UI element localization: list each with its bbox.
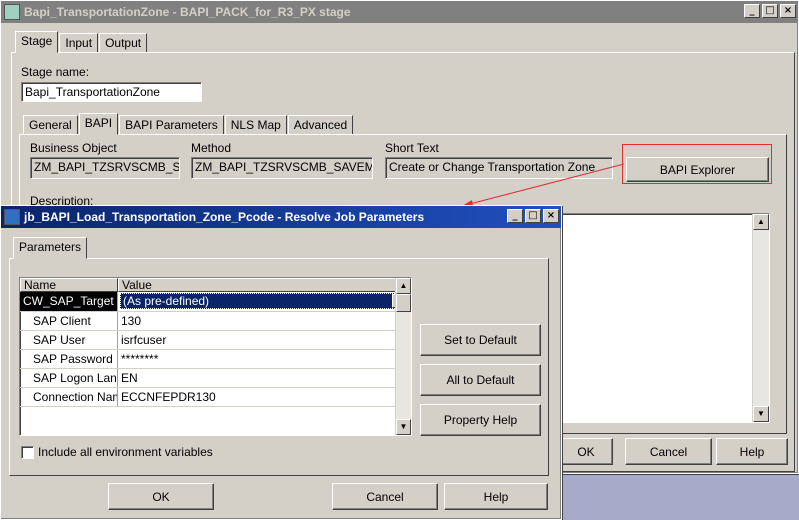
stage-cancel-button[interactable]: Cancel: [625, 438, 712, 465]
include-env-label: Include all environment variables: [38, 445, 213, 459]
tab-stage[interactable]: Stage: [15, 31, 59, 53]
grid-header: Name Value: [20, 278, 411, 292]
param-value: (As pre-defined): [123, 294, 210, 308]
include-env-checkbox[interactable]: [21, 446, 34, 459]
table-row[interactable]: CW_SAP_Target pa (As pre-defined) ▼: [20, 292, 411, 312]
business-object-label: Business Object: [30, 141, 117, 155]
maximize-icon[interactable]: □: [762, 4, 778, 18]
param-value[interactable]: isrfcuser: [118, 331, 411, 349]
minimize-icon[interactable]: _: [744, 4, 760, 18]
dialog-minimize-icon[interactable]: _: [507, 209, 523, 223]
subtab-general[interactable]: General: [23, 115, 78, 135]
table-row[interactable]: SAP Logon Lang EN: [20, 369, 411, 388]
tab-input[interactable]: Input: [59, 33, 99, 53]
dialog-cancel-button[interactable]: Cancel: [332, 483, 438, 510]
method-label: Method: [191, 141, 232, 155]
scroll-up-icon[interactable]: ▲: [396, 278, 411, 294]
param-value[interactable]: ECCNFEPDR130: [118, 388, 411, 406]
tab-parameters[interactable]: Parameters: [13, 237, 88, 259]
table-row[interactable]: Connection Name ECCNFEPDR130: [20, 388, 411, 407]
column-header-name[interactable]: Name: [20, 278, 118, 292]
description-scrollbar[interactable]: ▲ ▼: [752, 214, 769, 422]
subtab-bapi-parameters[interactable]: BAPI Parameters: [119, 115, 224, 135]
parameters-grid: Name Value CW_SAP_Target pa (As pre-defi…: [19, 277, 412, 436]
param-name: SAP Client: [20, 312, 118, 330]
table-row[interactable]: SAP User isrfcuser: [20, 331, 411, 350]
stage-window-title: Bapi_TransportationZone - BAPI_PACK_for_…: [24, 5, 351, 19]
dialog-titlebar[interactable]: jb_BAPI_Load_Transportation_Zone_Pcode -…: [1, 206, 561, 228]
tab-output[interactable]: Output: [99, 33, 148, 53]
subtab-nls-map[interactable]: NLS Map: [224, 115, 287, 135]
property-help-button[interactable]: Property Help: [420, 404, 541, 436]
dialog-maximize-icon[interactable]: □: [525, 209, 541, 223]
param-value[interactable]: EN: [118, 369, 411, 387]
scroll-down-icon[interactable]: ▼: [396, 419, 411, 435]
stage-window-titlebar[interactable]: Bapi_TransportationZone - BAPI_PACK_for_…: [1, 1, 798, 23]
param-value[interactable]: 130: [118, 312, 411, 330]
resolve-job-parameters-dialog: jb_BAPI_Load_Transportation_Zone_Pcode -…: [0, 205, 562, 520]
param-name: Connection Name: [20, 388, 118, 406]
business-object-field: ZM_BAPI_TZSRVSCMB_SAV: [30, 157, 180, 179]
dialog-help-button[interactable]: Help: [444, 483, 548, 510]
param-value-select[interactable]: (As pre-defined) ▼: [118, 292, 411, 311]
param-name: SAP Password: [20, 350, 118, 368]
stage-help-button[interactable]: Help: [716, 438, 788, 465]
app-icon: [4, 4, 20, 20]
short-text-label: Short Text: [385, 141, 439, 155]
param-value[interactable]: ********: [118, 350, 411, 368]
scroll-up-icon[interactable]: ▲: [753, 214, 769, 230]
dialog-close-icon[interactable]: ×: [543, 209, 559, 223]
stage-name-label: Stage name:: [21, 65, 90, 79]
column-header-value[interactable]: Value: [118, 278, 396, 292]
scroll-down-icon[interactable]: ▼: [753, 406, 769, 422]
dialog-app-icon: [4, 209, 20, 225]
stage-ok-button[interactable]: OK: [559, 438, 613, 465]
param-name: CW_SAP_Target pa: [20, 292, 118, 311]
stage-name-input[interactable]: Bapi_TransportationZone: [21, 82, 202, 102]
set-to-default-button[interactable]: Set to Default: [420, 324, 541, 356]
dialog-title: jb_BAPI_Load_Transportation_Zone_Pcode -…: [24, 210, 425, 224]
all-to-default-button[interactable]: All to Default: [420, 364, 541, 396]
grid-scrollbar[interactable]: ▲ ▼: [395, 278, 411, 435]
param-name: SAP User: [20, 331, 118, 349]
subtab-advanced[interactable]: Advanced: [287, 115, 354, 135]
param-name: SAP Logon Lang: [20, 369, 118, 387]
close-icon[interactable]: ×: [780, 4, 796, 18]
dialog-ok-button[interactable]: OK: [108, 483, 214, 510]
scroll-thumb[interactable]: [396, 294, 411, 312]
short-text-field: Create or Change Transportation Zone: [385, 157, 613, 179]
table-row[interactable]: SAP Password ********: [20, 350, 411, 369]
method-field: ZM_BAPI_TZSRVSCMB_SAVEMULT: [191, 157, 373, 179]
highlight-box: [622, 144, 772, 184]
table-row[interactable]: SAP Client 130: [20, 312, 411, 331]
subtab-bapi[interactable]: BAPI: [78, 113, 119, 135]
